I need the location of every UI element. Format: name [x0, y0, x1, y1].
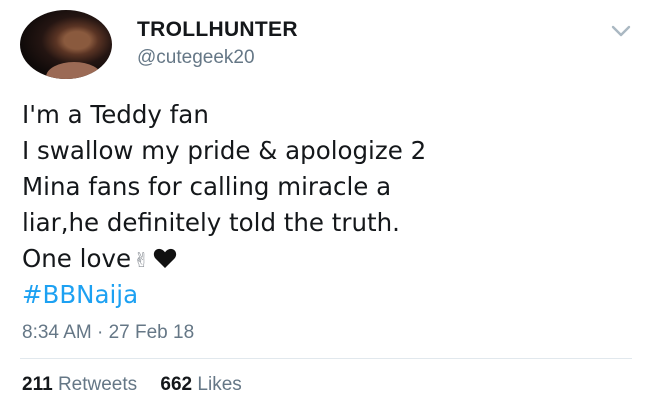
avatar-photo-detail — [46, 62, 102, 79]
user-handle[interactable]: @cutegeek20 — [137, 47, 255, 69]
divider — [20, 358, 632, 359]
likes-label: Likes — [197, 374, 242, 395]
likes-count: 662 — [160, 374, 193, 395]
avatar[interactable] — [20, 10, 112, 79]
tweet-line: I swallow my pride & apologize 2 — [22, 136, 427, 165]
tweet-line-text: One love — [22, 244, 132, 273]
tweet-line: Mina fans for calling miracle a — [22, 172, 392, 201]
tweet-stats: 211 Retweets 662 Likes — [22, 374, 260, 396]
retweets-stat[interactable]: 211 Retweets — [22, 374, 137, 395]
tweet-text: I'm a Teddy fan I swallow my pride & apo… — [22, 97, 426, 313]
likes-stat[interactable]: 662 Likes — [160, 374, 241, 395]
tweet-card: TROLLHUNTER @cutegeek20 I'm a Teddy fan … — [0, 0, 649, 411]
tweet-line: liar,he definitely told the truth. — [22, 208, 400, 237]
heart-icon — [153, 248, 176, 268]
peace-sign-icon: ✌ — [133, 248, 150, 272]
retweets-label: Retweets — [57, 374, 138, 395]
retweets-count: 211 — [22, 374, 53, 395]
tweet-line: I'm a Teddy fan — [22, 100, 209, 129]
hashtag-link[interactable]: #BBNaija — [22, 277, 426, 313]
chevron-down-icon[interactable] — [610, 24, 632, 38]
timestamp[interactable]: 8:34 AM · 27 Feb 18 — [22, 322, 194, 344]
display-name[interactable]: TROLLHUNTER — [137, 18, 298, 42]
tweet-line-last: One love ✌ — [22, 241, 426, 277]
